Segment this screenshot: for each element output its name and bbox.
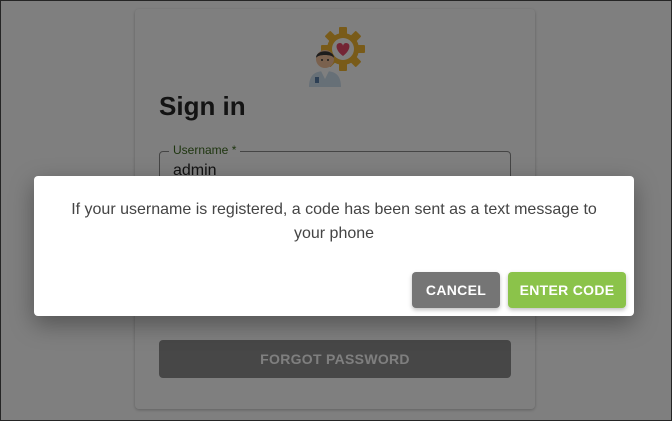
enter-code-button[interactable]: ENTER CODE — [508, 272, 626, 308]
cancel-button[interactable]: CANCEL — [412, 272, 500, 308]
verification-dialog: If your username is registered, a code h… — [34, 176, 634, 316]
dialog-message: If your username is registered, a code h… — [71, 201, 597, 242]
